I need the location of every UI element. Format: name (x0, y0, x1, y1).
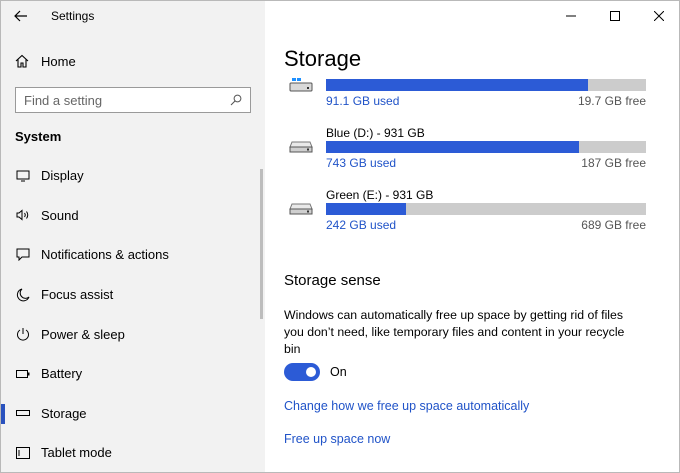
drive-free-text: 187 GB free (581, 156, 646, 170)
sidebar-item-label: Sound (41, 207, 79, 223)
drive-usage-bar (326, 79, 646, 91)
maximize-button[interactable] (593, 1, 637, 31)
sidebar-item-tablet-mode[interactable]: Tablet mode (1, 433, 265, 472)
drive-free-text: 689 GB free (581, 218, 646, 232)
main-content: Storage 91.1 GB used 19.7 GB free Blue (… (265, 1, 679, 472)
minimize-icon (566, 15, 576, 17)
back-arrow-icon (14, 10, 27, 22)
search-icon[interactable] (226, 90, 246, 110)
storage-sense-heading: Storage sense (284, 272, 381, 289)
drive-icon (289, 141, 313, 153)
sidebar-item-battery[interactable]: Battery (1, 354, 265, 394)
drive-name: Blue (D:) - 931 GB (326, 126, 425, 140)
maximize-icon (610, 11, 620, 21)
storage-icon (15, 405, 31, 421)
page-title: Storage (284, 46, 362, 71)
drive-free-text: 19.7 GB free (577, 94, 646, 108)
tablet-icon (15, 445, 31, 461)
drive-d[interactable]: Blue (D:) - 931 GB 743 GB used 187 GB fr… (284, 126, 646, 174)
moon-icon (15, 287, 31, 303)
display-icon (15, 168, 31, 184)
drive-usage-bar (326, 203, 646, 215)
change-free-space-link[interactable]: Change how we free up space automaticall… (284, 399, 529, 413)
drive-used-text: 743 GB used (326, 156, 397, 170)
sidebar-item-label: Focus assist (41, 287, 114, 303)
sidebar-item-label: Storage (41, 405, 87, 421)
drive-usage-bar (326, 141, 646, 153)
sidebar-item-focus-assist[interactable]: Focus assist (1, 275, 265, 315)
battery-icon (15, 366, 31, 382)
close-button[interactable] (637, 1, 679, 31)
sidebar-item-label: Tablet mode (41, 445, 112, 461)
sidebar-item-display[interactable]: Display (1, 156, 265, 196)
sidebar-item-power-sleep[interactable]: Power & sleep (1, 314, 265, 354)
home-icon (15, 54, 29, 68)
drive-icon (289, 203, 313, 215)
toggle-knob (306, 367, 316, 377)
sidebar-item-label: Notifications & actions (41, 247, 169, 263)
drive-usage-fill (326, 203, 406, 215)
notifications-icon (15, 247, 31, 263)
drive-c[interactable]: 91.1 GB used 19.7 GB free (284, 73, 646, 113)
sidebar-item-sound[interactable]: Sound (1, 196, 265, 236)
close-icon (654, 11, 664, 21)
storage-sense-toggle-row: On (284, 363, 347, 381)
title-bar: Settings (1, 1, 265, 31)
sidebar-scrollbar[interactable] (260, 169, 263, 319)
app-title: Settings (51, 9, 95, 23)
toggle-state-label: On (330, 365, 347, 379)
drive-usage-fill (326, 141, 580, 153)
drive-e[interactable]: Green (E:) - 931 GB 242 GB used 689 GB f… (284, 188, 646, 236)
drive-name: Green (E:) - 931 GB (326, 188, 434, 202)
drive-used-text: 91.1 GB used (326, 94, 400, 108)
search-input[interactable] (24, 92, 226, 108)
search-box (15, 87, 251, 113)
sidebar-item-notifications[interactable]: Notifications & actions (1, 235, 265, 275)
home-label: Home (41, 53, 76, 69)
storage-sense-description: Windows can automatically free up space … (284, 308, 625, 356)
settings-window: Settings Home System Display (0, 0, 680, 473)
minimize-button[interactable] (549, 1, 593, 31)
power-icon (15, 326, 31, 342)
free-up-space-now-link[interactable]: Free up space now (284, 432, 390, 446)
storage-sense-toggle[interactable] (284, 363, 320, 381)
windows-drive-icon (289, 78, 313, 92)
sidebar-item-label: Power & sleep (41, 326, 125, 342)
sidebar-item-label: Display (41, 168, 84, 184)
sound-icon (15, 207, 31, 223)
window-controls (549, 1, 679, 31)
section-title: System (15, 129, 62, 144)
sidebar-item-storage[interactable]: Storage (1, 394, 265, 434)
home-nav-item[interactable]: Home (1, 47, 265, 75)
drive-usage-fill (326, 79, 589, 91)
sidebar-item-label: Battery (41, 366, 83, 382)
sidebar: Settings Home System Display (1, 1, 265, 472)
back-button[interactable] (1, 1, 41, 31)
drive-used-text: 242 GB used (326, 218, 397, 232)
sidebar-nav: Display Sound Notifications & actions Fo… (1, 156, 265, 472)
